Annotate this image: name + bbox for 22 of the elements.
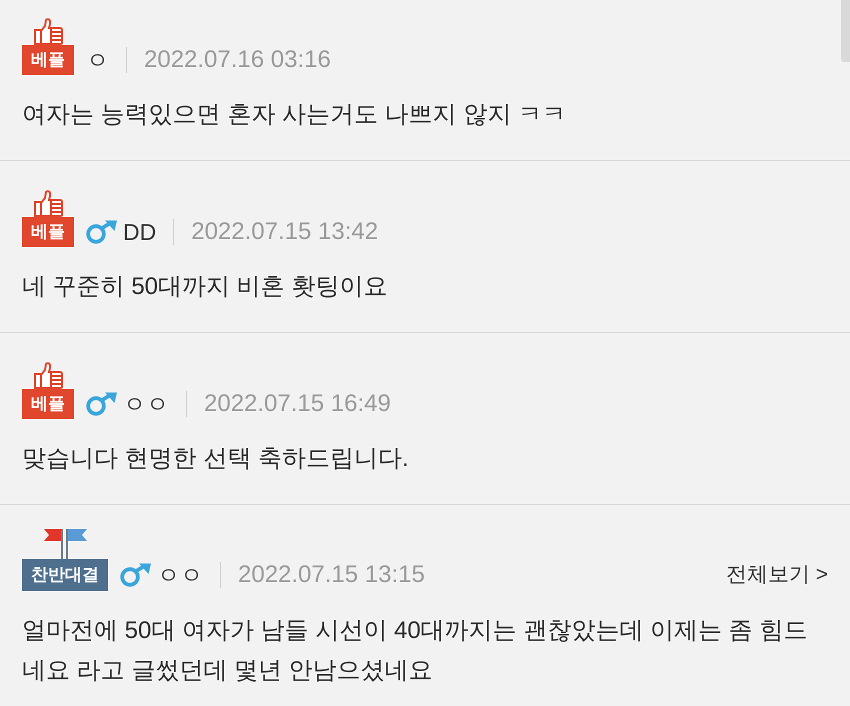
- comment-date: 2022.07.16 03:16: [144, 45, 331, 75]
- comment-date: 2022.07.15 13:15: [238, 560, 425, 590]
- author-name: ㅇㅇ: [157, 561, 203, 590]
- author-name: ㅇ: [86, 46, 109, 75]
- comment-text: 맞습니다 현명한 선택 축하드립니다.: [22, 444, 410, 474]
- debate-badge: 찬반대결: [22, 559, 108, 591]
- best-reply-badge: 베플: [22, 389, 74, 419]
- best-reply-badge: 베플: [22, 217, 74, 247]
- author-name: ㅇㅇ: [123, 390, 169, 419]
- comment-text: 얼마전에 50대 여자가 남들 시선이 40대까지는 괜찮았는데 이제는 좀 힘드네요 라고 글썼던데 몇년 안남으셨네요: [22, 616, 808, 686]
- view-all-link[interactable]: 전체보기 >: [726, 559, 828, 591]
- comment-text: 여자는 능력있으면 혼자 사는거도 나쁘지 않지 ㅋㅋ: [22, 100, 568, 130]
- flags-icon: [42, 527, 88, 559]
- comment-date: 2022.07.15 13:42: [191, 217, 378, 247]
- comment-text: 네 꾸준히 50대까지 비혼 홧팅이요: [22, 272, 388, 302]
- author-name: DD: [123, 218, 156, 247]
- thumbs-up-icon: [32, 190, 64, 217]
- best-reply-badge: 베플: [22, 45, 74, 75]
- thumbs-up-icon: [32, 18, 64, 45]
- scrollbar-thumb[interactable]: [841, 0, 850, 62]
- thumbs-up-icon: [32, 362, 64, 389]
- comment-date: 2022.07.15 16:49: [204, 389, 391, 419]
